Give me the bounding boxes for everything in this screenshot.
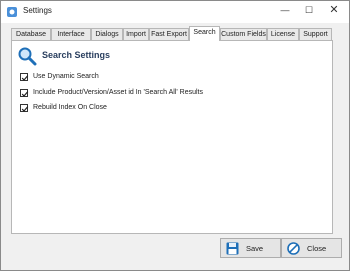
cancel-icon [287, 242, 300, 255]
tab-interface[interactable]: Interface [51, 28, 91, 40]
tab-fast-export[interactable]: Fast Export [149, 28, 189, 40]
checkbox[interactable] [20, 104, 29, 112]
settings-window: Settings — ☐ ✕ Database Interface Dialog… [0, 0, 350, 271]
tab-dialogs[interactable]: Dialogs [91, 28, 123, 40]
checkbox[interactable] [20, 89, 29, 97]
search-settings-panel: Search Settings Use Dynamic Search Inclu… [11, 40, 333, 234]
tab-support[interactable]: Support [299, 28, 332, 40]
tab-database[interactable]: Database [11, 28, 51, 40]
close-label: Close [307, 244, 327, 253]
minimize-button[interactable]: — [273, 1, 297, 19]
save-label: Save [246, 244, 264, 253]
tab-license[interactable]: License [267, 28, 299, 40]
title-bar: Settings — ☐ ✕ [1, 1, 349, 23]
option-label: Include Product/Version/Asset id In 'Sea… [33, 89, 203, 96]
close-button[interactable]: Close [281, 238, 342, 258]
checkmark-icon [21, 75, 29, 81]
tab-custom-fields[interactable]: Custom Fields [220, 28, 267, 40]
tab-search[interactable]: Search [189, 26, 220, 41]
floppy-disk-icon [226, 242, 239, 255]
magnifier-icon [18, 47, 37, 66]
checkmark-icon [21, 91, 29, 97]
save-button[interactable]: Save [220, 238, 281, 258]
option-label: Use Dynamic Search [33, 73, 99, 80]
section-title: Search Settings [42, 50, 111, 60]
window-title: Settings [23, 6, 52, 15]
close-window-button[interactable]: ✕ [322, 1, 346, 19]
checkmark-icon [21, 106, 29, 112]
tab-import[interactable]: Import [123, 28, 149, 40]
app-icon [7, 7, 17, 17]
option-label: Rebuild Index On Close [33, 104, 107, 111]
maximize-button[interactable]: ☐ [297, 1, 321, 19]
checkbox[interactable] [20, 73, 29, 81]
